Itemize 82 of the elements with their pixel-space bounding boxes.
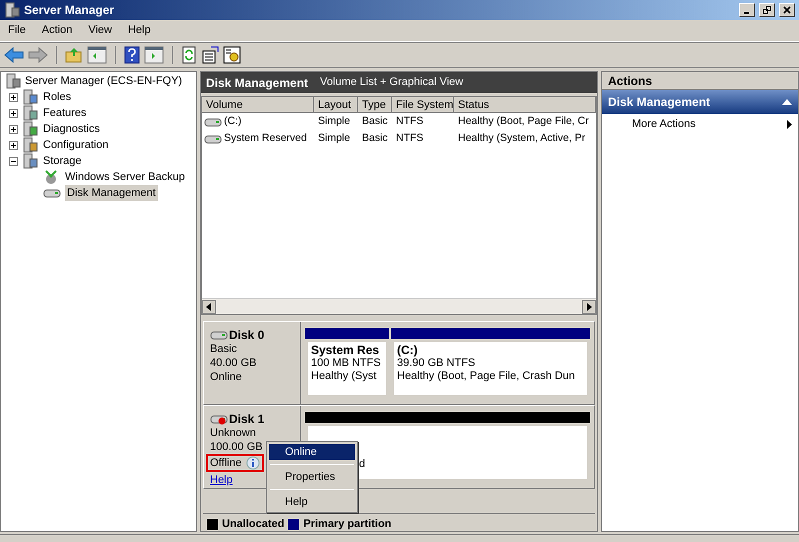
expand-icon[interactable] bbox=[9, 108, 18, 118]
table-cell: Basic bbox=[362, 132, 388, 144]
table-cell: Basic bbox=[362, 114, 388, 127]
help-link[interactable]: Help bbox=[210, 473, 233, 487]
back-icon[interactable] bbox=[4, 47, 24, 63]
tree-item[interactable]: Diagnostics bbox=[42, 120, 101, 138]
disk-info: Basic bbox=[210, 342, 238, 356]
expand-icon[interactable] bbox=[9, 92, 18, 102]
disk-label: Disk 0 bbox=[229, 328, 264, 342]
menu-item[interactable]: Online bbox=[269, 444, 355, 460]
tree-item[interactable]: Windows Server Backup bbox=[63, 168, 187, 186]
menu-item[interactable]: Action bbox=[42, 22, 72, 39]
table-cell-text: System Reserved bbox=[224, 130, 307, 146]
backup-icon bbox=[43, 169, 59, 185]
disk-label: Disk 1 bbox=[229, 412, 264, 426]
partition-size: 100 MB NTFS bbox=[311, 357, 382, 370]
server-icon bbox=[4, 2, 20, 18]
partition-name: (C:) bbox=[397, 344, 419, 357]
tree-item[interactable]: Configuration bbox=[42, 136, 110, 154]
horizontal-scrollbar[interactable] bbox=[202, 298, 596, 314]
table-cell: Healthy (Boot, Page File, Cr bbox=[458, 114, 589, 127]
server-icon bbox=[22, 137, 38, 153]
column-header[interactable]: Layout bbox=[314, 97, 358, 113]
panel-subtitle: Volume List + Graphical View bbox=[320, 75, 464, 90]
close-icon bbox=[783, 6, 791, 14]
table-cell-text: (C:) bbox=[224, 114, 242, 129]
refresh-icon[interactable] bbox=[181, 46, 197, 64]
properties-icon[interactable] bbox=[201, 46, 219, 64]
expand-icon[interactable] bbox=[9, 140, 18, 150]
tree-item[interactable]: Features bbox=[42, 104, 88, 122]
legend-label: Unallocated bbox=[222, 516, 284, 532]
submenu-arrow-icon bbox=[787, 120, 792, 128]
partition-status: d bbox=[359, 458, 366, 471]
server-icon bbox=[22, 89, 38, 105]
info-icon[interactable] bbox=[246, 456, 260, 470]
expand-icon[interactable] bbox=[9, 124, 18, 134]
collapse-icon[interactable] bbox=[9, 156, 18, 166]
column-header[interactable]: Status bbox=[454, 97, 596, 113]
disk-info: 40.00 GB bbox=[210, 356, 258, 370]
server-icon bbox=[22, 105, 38, 121]
panel-title: Disk Management bbox=[206, 74, 308, 92]
restore-button[interactable] bbox=[759, 3, 775, 17]
table-cell: Healthy (System, Active, Pr bbox=[458, 132, 586, 144]
section-title: Disk Management bbox=[608, 94, 712, 111]
partition-status: Healthy (Boot, Page File, Crash Dun bbox=[397, 370, 576, 383]
menu-item[interactable]: Help bbox=[269, 494, 355, 510]
action-item[interactable]: More Actions bbox=[632, 116, 787, 132]
disk-status: Offline bbox=[210, 456, 242, 470]
forward-icon[interactable] bbox=[28, 47, 48, 63]
close-button[interactable] bbox=[779, 3, 795, 17]
tree-item[interactable]: Disk Management bbox=[65, 184, 158, 202]
partition-size: 39.90 GB NTFS bbox=[397, 357, 476, 370]
partition-name: System Res bbox=[311, 344, 380, 357]
scroll-right-icon[interactable] bbox=[586, 302, 592, 310]
pane-icon[interactable] bbox=[144, 46, 164, 64]
pane-icon[interactable] bbox=[87, 46, 107, 64]
table-cell: NTFS bbox=[396, 132, 424, 144]
table-cell: NTFS bbox=[396, 114, 424, 127]
restore-icon bbox=[763, 6, 771, 14]
scroll-left-icon[interactable] bbox=[206, 302, 212, 310]
help-icon[interactable] bbox=[124, 46, 140, 64]
menu-item[interactable]: View bbox=[88, 22, 112, 39]
table-cell: Simple bbox=[318, 114, 350, 127]
server-icon bbox=[22, 153, 38, 169]
disk-info: Online bbox=[210, 370, 243, 384]
tree-item[interactable]: Roles bbox=[42, 88, 72, 106]
disk-info: Unknown bbox=[210, 426, 257, 440]
column-header[interactable]: File System bbox=[392, 97, 454, 113]
table-cell: Simple bbox=[318, 132, 350, 144]
menu-item[interactable]: Help bbox=[128, 22, 151, 39]
minimize-button[interactable] bbox=[739, 3, 755, 17]
actions-section[interactable]: Disk Management bbox=[602, 90, 798, 114]
window-title: Server Manager bbox=[24, 2, 114, 19]
tree-item[interactable]: Storage bbox=[42, 152, 83, 170]
partition-status: Healthy (Syst bbox=[311, 370, 378, 383]
column-header[interactable]: Type bbox=[358, 97, 392, 113]
collapse-icon[interactable] bbox=[782, 99, 792, 105]
menu-item[interactable]: File bbox=[8, 22, 26, 39]
legend-label: Primary partition bbox=[303, 516, 392, 532]
tree-item[interactable]: Server Manager (ECS-EN-FQY) bbox=[25, 72, 182, 90]
server-icon bbox=[22, 121, 38, 137]
column-header[interactable]: Volume bbox=[202, 97, 314, 113]
